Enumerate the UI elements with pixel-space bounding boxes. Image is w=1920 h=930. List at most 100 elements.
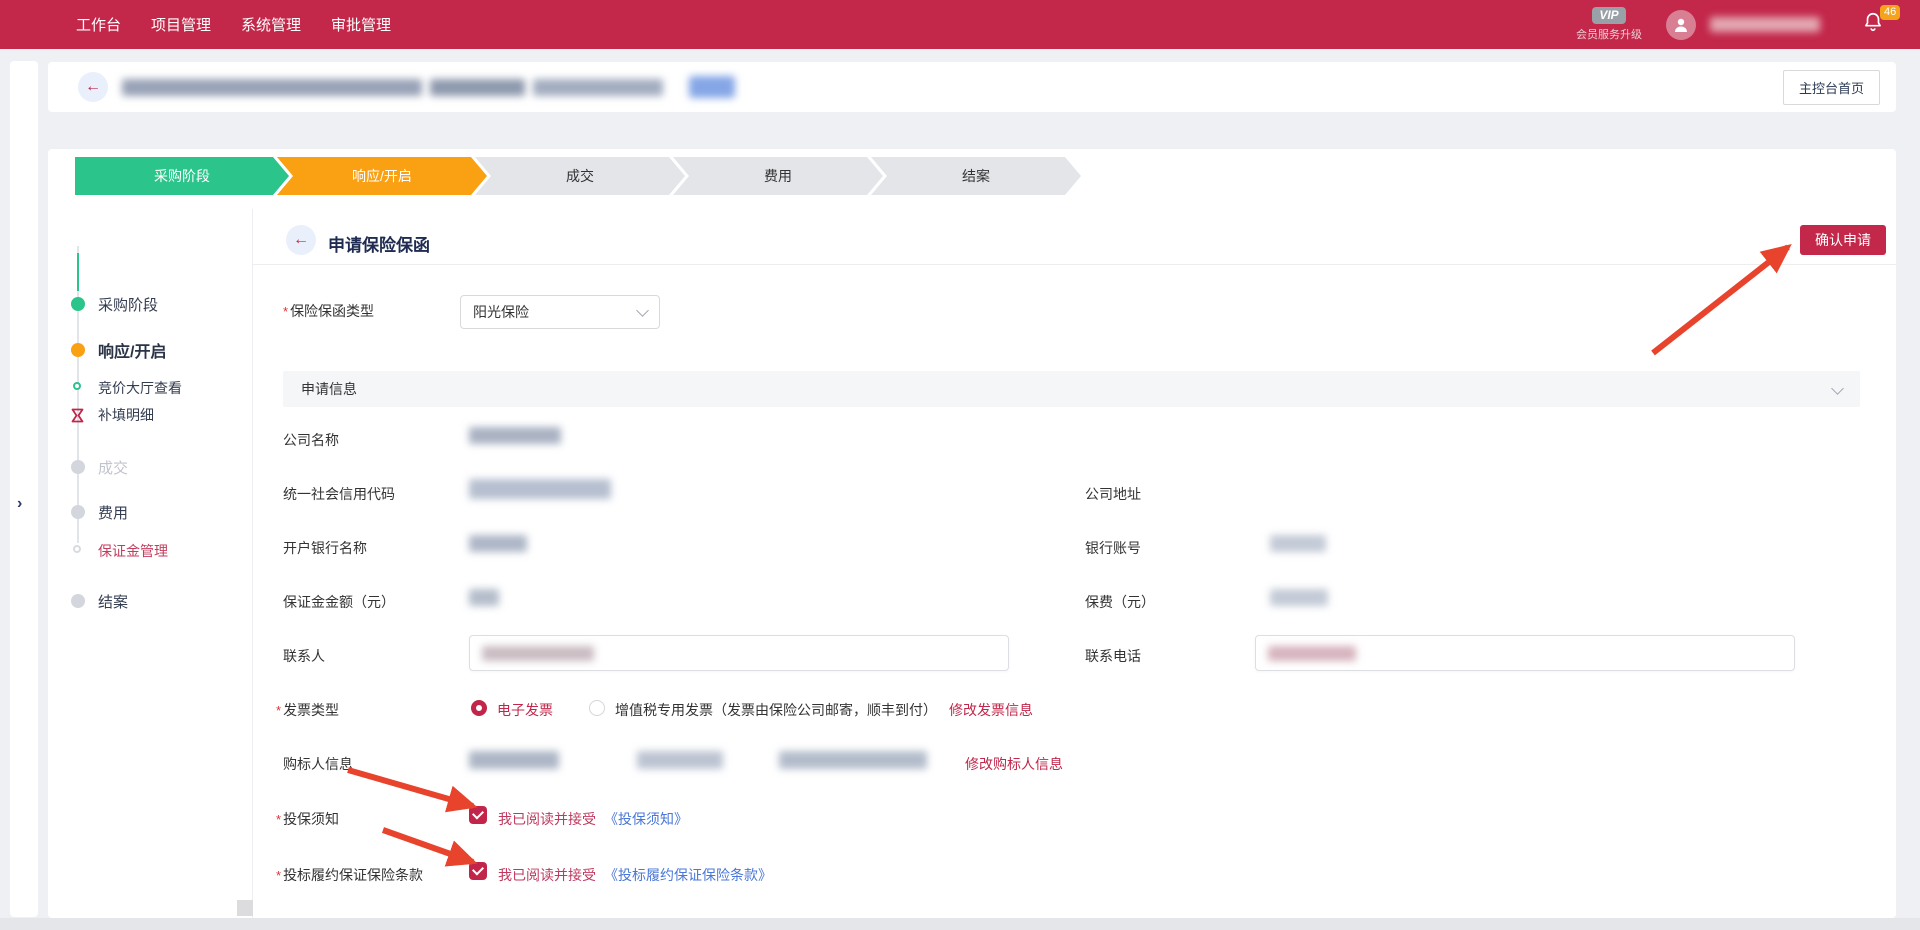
notification-bell[interactable]: 46 (1862, 11, 1884, 38)
contact-value-redacted (482, 646, 594, 661)
credit-code-label: 统一社会信用代码 (283, 484, 395, 504)
project-header-card: ← 主控台首页 (48, 62, 1896, 112)
nav-system-management[interactable]: 系统管理 (241, 14, 301, 35)
gray-dot-icon (71, 594, 85, 608)
chevron-down-icon (636, 304, 649, 317)
timeline-connector-done (77, 253, 79, 291)
invoice-type-label: *发票类型 (276, 700, 339, 720)
contact-phone-label: 联系电话 (1085, 646, 1141, 666)
step-procurement[interactable]: 采购阶段 (75, 157, 289, 195)
back-arrow-icon: ← (85, 78, 101, 96)
stage-timeline: 采购阶段 响应/开启 竞价大厅查看 补填明细 成交 费用 (48, 209, 253, 918)
buyer-id-redacted (779, 751, 927, 769)
section-title: 申请信息 (301, 379, 357, 399)
radio-vat-invoice[interactable] (589, 700, 605, 716)
bank-name-value-redacted (469, 535, 527, 552)
chevron-down-icon (1831, 382, 1844, 395)
insurance-notice-link[interactable]: 《投保须知》 (604, 809, 688, 829)
orange-dot-icon (71, 343, 85, 357)
person-icon (1672, 16, 1690, 34)
required-asterisk: * (283, 304, 288, 319)
gray-dot-icon (71, 505, 85, 519)
required-asterisk: * (276, 868, 281, 883)
form-back-button[interactable]: ← (286, 225, 316, 255)
project-status-badge-redacted (689, 76, 735, 98)
vip-icon: VIP (1592, 7, 1625, 24)
timeline-scrollbar-thumb[interactable] (237, 900, 253, 916)
company-name-label: 公司名称 (283, 430, 339, 450)
nav-project-management[interactable]: 项目管理 (151, 14, 211, 35)
timeline-label: 竞价大厅查看 (98, 378, 182, 398)
project-title-redacted-3 (533, 79, 663, 96)
step-deal[interactable]: 成交 (475, 157, 685, 195)
sidebar-collapse-strip: › (10, 61, 38, 917)
guarantee-type-select[interactable]: 阳光保险 (460, 295, 660, 329)
gray-dot-icon (71, 460, 85, 474)
premium-label: 保费（元） (1085, 592, 1155, 612)
green-ring-icon (73, 382, 81, 390)
buyer-name-redacted (469, 751, 559, 769)
notification-count-badge: 46 (1880, 5, 1900, 20)
label-text: 投标履约保证保险条款 (283, 867, 423, 883)
expand-panel-chevron-icon[interactable]: › (17, 495, 22, 513)
main-panel: 采购阶段 响应/开启 成交 费用 结案 采购阶段 响应/开启 竞价大厅查看 (48, 149, 1896, 918)
label-text: 保险保函类型 (290, 303, 374, 319)
page-title: 申请保险保函 (328, 231, 430, 256)
step-fee[interactable]: 费用 (673, 157, 883, 195)
main-menu: 工作台 项目管理 系统管理 审批管理 (0, 14, 391, 35)
user-avatar[interactable] (1666, 10, 1696, 40)
page-content: › ← 主控台首页 采购阶段 响应/开启 成交 费用 结案 采购阶段 (0, 49, 1920, 930)
phase-stepper: 采购阶段 响应/开启 成交 费用 结案 (75, 157, 1081, 195)
gray-ring-icon (73, 545, 81, 553)
contact-phone-input[interactable] (1255, 635, 1795, 671)
vip-caption: 会员服务升级 (1576, 26, 1642, 42)
label-text: 投保须知 (283, 811, 339, 827)
vat-invoice-option-label[interactable]: 增值税专用发票（发票由保险公司邮寄，顺丰到付） (615, 700, 937, 720)
terms-checkbox-checked[interactable] (469, 862, 487, 880)
contact-input[interactable] (469, 635, 1009, 671)
bank-account-label: 银行账号 (1085, 538, 1141, 558)
timeline-label: 费用 (98, 502, 128, 523)
project-title-redacted (122, 79, 422, 96)
select-value: 阳光保险 (473, 302, 529, 322)
label-text: 发票类型 (283, 702, 339, 718)
timeline-label: 补填明细 (98, 405, 154, 425)
header-back-button[interactable]: ← (78, 72, 108, 102)
deposit-amount-value-redacted (469, 589, 499, 606)
buyer-info-label: 购标人信息 (283, 754, 353, 774)
radio-electronic-invoice[interactable] (471, 700, 487, 716)
edit-buyer-info-link[interactable]: 修改购标人信息 (965, 754, 1063, 774)
project-title-redacted-2 (430, 79, 525, 96)
electronic-invoice-option-label[interactable]: 电子发票 (497, 700, 553, 720)
buyer-phone-redacted (637, 751, 723, 769)
edit-invoice-info-link[interactable]: 修改发票信息 (949, 700, 1033, 720)
nav-approval-management[interactable]: 审批管理 (331, 14, 391, 35)
console-home-button[interactable]: 主控台首页 (1783, 70, 1880, 105)
company-name-value-redacted (469, 427, 561, 444)
performance-terms-label: *投标履约保证保险条款 (276, 865, 423, 885)
notice-agree-text: 我已阅读并接受 (498, 809, 596, 829)
hourglass-icon (71, 408, 84, 423)
step-close[interactable]: 结案 (871, 157, 1081, 195)
timeline-label: 响应/开启 (98, 338, 166, 362)
premium-value-redacted (1270, 589, 1328, 606)
nav-workbench[interactable]: 工作台 (76, 14, 121, 35)
timeline-label: 成交 (98, 457, 128, 478)
confirm-apply-button[interactable]: 确认申请 (1800, 225, 1886, 255)
timeline-label: 保证金管理 (98, 541, 168, 561)
insurance-notice-label: *投保须知 (276, 809, 339, 829)
step-response-open[interactable]: 响应/开启 (277, 157, 487, 195)
contact-phone-value-redacted (1268, 646, 1356, 661)
vip-upgrade[interactable]: VIP 会员服务升级 (1576, 7, 1642, 42)
application-info-section-header[interactable]: 申请信息 (283, 371, 1860, 407)
deposit-amount-label: 保证金金额（元） (283, 592, 395, 612)
timeline-label: 采购阶段 (98, 294, 158, 315)
notice-checkbox-checked[interactable] (469, 806, 487, 824)
performance-terms-link[interactable]: 《投标履约保证保险条款》 (604, 865, 772, 885)
terms-agree-text: 我已阅读并接受 (498, 865, 596, 885)
horizontal-scrollbar-track[interactable] (0, 918, 1920, 930)
guarantee-type-label: *保险保函类型 (283, 301, 374, 321)
credit-code-value-redacted (469, 479, 611, 499)
top-navigation-bar: 工作台 项目管理 系统管理 审批管理 VIP 会员服务升级 46 (0, 0, 1920, 49)
timeline-label: 结案 (98, 591, 128, 612)
